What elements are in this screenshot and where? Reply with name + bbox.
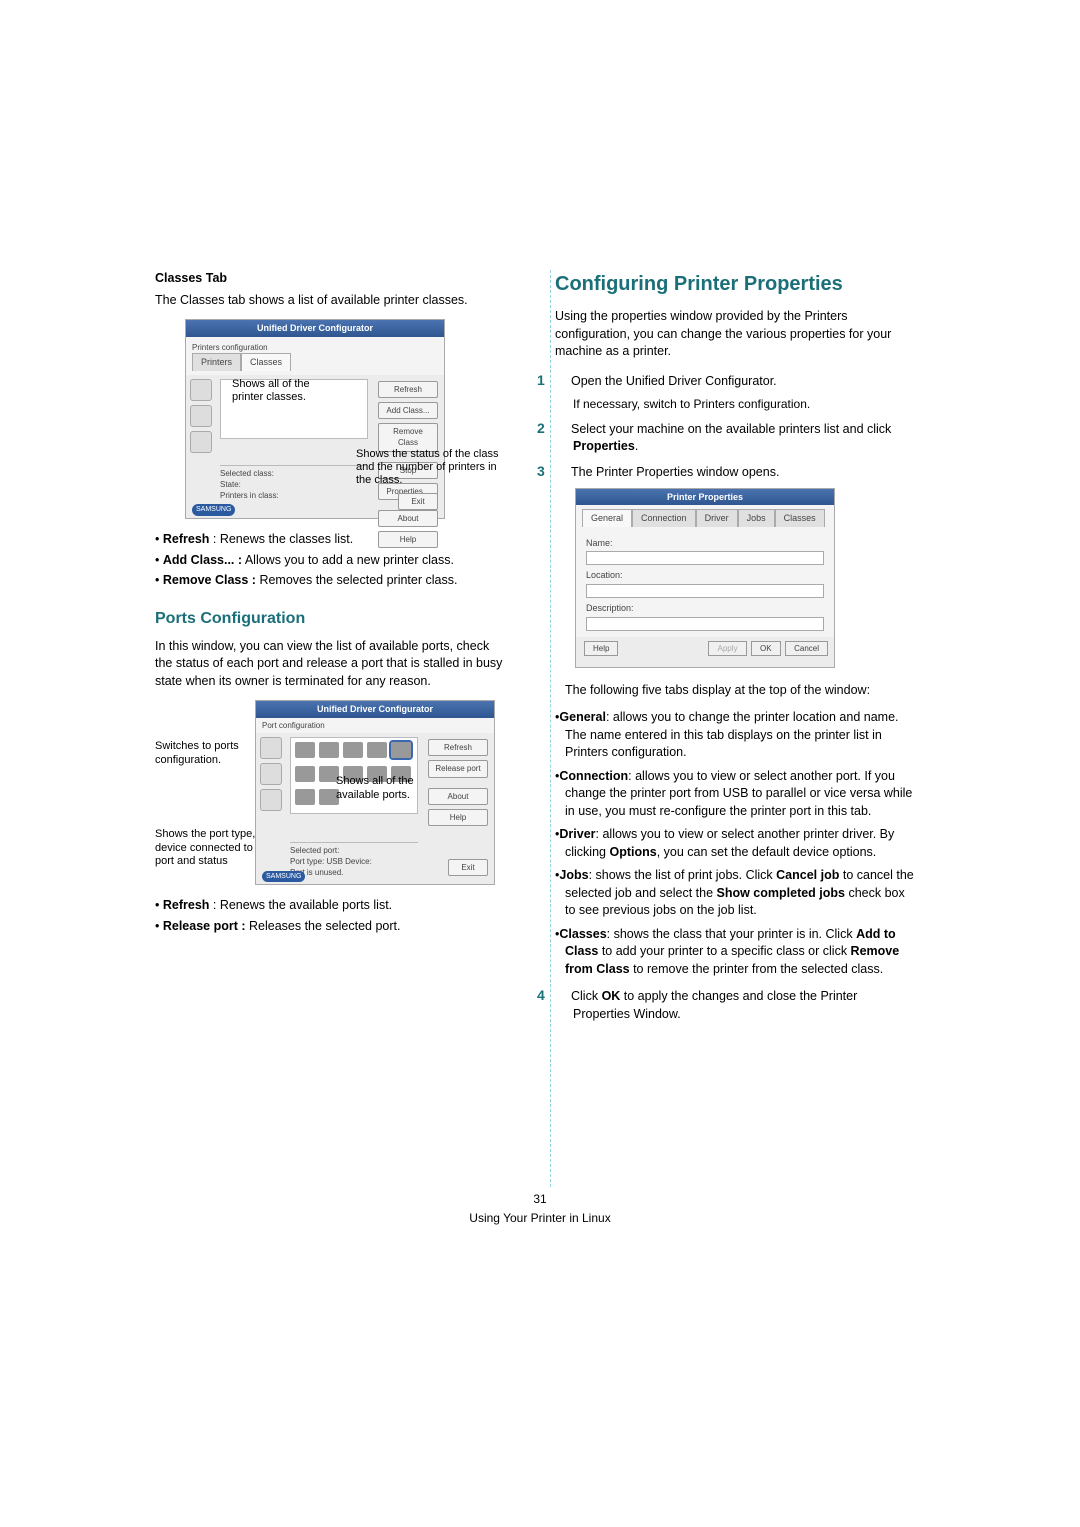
apply-button: Apply: [708, 641, 746, 656]
tab-connection: Connection: [632, 509, 696, 527]
page-number: 31: [0, 1191, 1080, 1208]
classes-intro: The Classes tab shows a list of availabl…: [155, 292, 505, 310]
step-2: 2Select your machine on the available pr…: [555, 419, 915, 456]
sidebar-icons: [186, 375, 216, 559]
refresh-button: Refresh: [428, 739, 488, 756]
callout-class-status: Shows the status of the class and the nu…: [356, 448, 506, 488]
ok-button: OK: [751, 641, 781, 656]
tab-driver: Driver: [696, 509, 738, 527]
classes-config-screenshot: Unified Driver Configurator Printers con…: [185, 319, 445, 519]
window-title: Unified Driver Configurator: [186, 320, 444, 337]
config-props-intro: Using the properties window provided by …: [555, 308, 915, 361]
desc-driver: Driver: allows you to view or select ano…: [555, 826, 915, 861]
desc-connection: Connection: allows you to view or select…: [555, 768, 915, 821]
label-name: Name:: [586, 537, 824, 550]
page-footer: 31 Using Your Printer in Linux: [0, 1191, 1080, 1227]
ports-intro: In this window, you can view the list of…: [155, 638, 505, 691]
tab-classes: Classes: [775, 509, 825, 527]
callout-available-ports: Shows all of the available ports.: [336, 775, 446, 801]
ports-config-heading: Ports Configuration: [155, 608, 505, 630]
description-input: [586, 617, 824, 631]
config-props-heading: Configuring Printer Properties: [555, 270, 915, 298]
ports-bullet-list: Refresh : Renews the available ports lis…: [155, 897, 505, 935]
step-3: 3The Printer Properties window opens.: [555, 462, 915, 482]
footer-caption: Using Your Printer in Linux: [0, 1210, 1080, 1227]
tab-jobs: Jobs: [738, 509, 775, 527]
tab-printers: Printers: [192, 353, 241, 371]
add-class-button: Add Class...: [378, 402, 438, 419]
desc-jobs: Jobs: shows the list of print jobs. Clic…: [555, 867, 915, 920]
exit-button: Exit: [398, 493, 438, 510]
label-description: Description:: [586, 602, 824, 615]
tabs-intro: The following five tabs display at the t…: [555, 682, 915, 700]
tab-general: General: [582, 509, 632, 527]
callout-classes-list: Shows all of the printer classes.: [232, 378, 332, 404]
window-title: Unified Driver Configurator: [256, 701, 494, 718]
classes-tab-heading: Classes Tab: [155, 270, 505, 288]
refresh-button: Refresh: [378, 381, 438, 398]
location-input: [586, 584, 824, 598]
step-4: 4Click OK to apply the changes and close…: [555, 986, 915, 1023]
step-1: 1Open the Unified Driver Configurator.: [555, 371, 915, 391]
exit-button: Exit: [448, 859, 488, 876]
help-button: Help: [378, 531, 438, 548]
step-1-sub: If necessary, switch to Printers configu…: [555, 396, 915, 413]
name-input: [586, 551, 824, 565]
help-button: Help: [428, 809, 488, 826]
desc-classes: Classes: shows the class that your print…: [555, 926, 915, 979]
printer-properties-screenshot: Printer Properties GeneralConnectionDriv…: [575, 488, 835, 668]
ports-config-screenshot: Unified Driver Configurator Port configu…: [255, 700, 495, 885]
column-divider: [550, 270, 551, 1187]
tab-classes: Classes: [241, 353, 291, 371]
label-location: Location:: [586, 569, 824, 582]
cancel-button: Cancel: [785, 641, 828, 656]
window-title: Printer Properties: [576, 489, 834, 506]
callout-switch-ports: Switches to ports configuration.: [155, 740, 245, 766]
help-button: Help: [584, 641, 618, 656]
desc-general: General: allows you to change the printe…: [555, 709, 915, 762]
